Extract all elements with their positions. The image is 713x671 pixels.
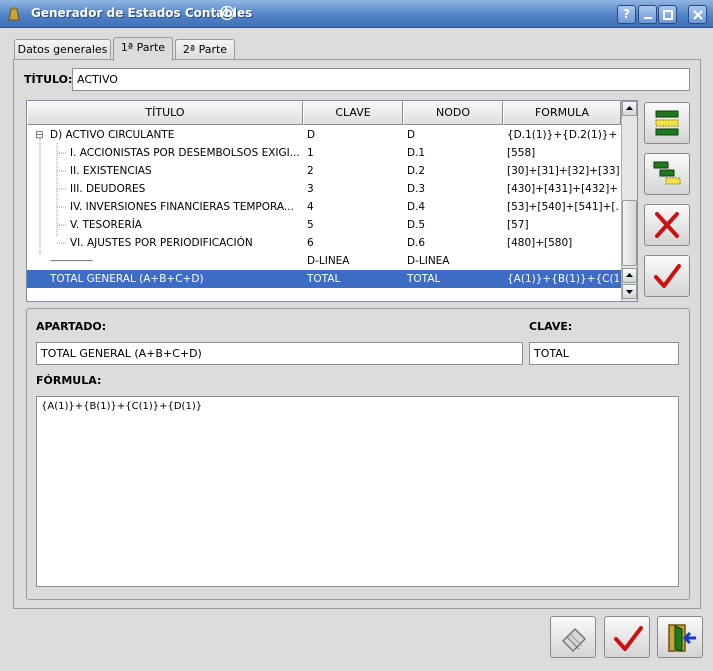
close-button[interactable]	[688, 5, 707, 24]
cell-formula: {A(1)}+{B(1)}+{C(1)}...	[507, 273, 619, 285]
cell-formula	[507, 252, 619, 270]
insert-node-button[interactable]	[644, 102, 690, 144]
apartado-label: APARTADO:	[36, 320, 107, 333]
exit-icon	[668, 624, 696, 652]
maximize-icon	[663, 10, 673, 20]
cell-nodo: D.1	[407, 147, 426, 159]
swirl-icon	[219, 5, 235, 21]
cell-titulo: I. ACCIONISTAS POR DESEMBOLSOS EXIGI...	[70, 147, 300, 159]
cell-clave: 4	[307, 201, 314, 213]
close-icon	[693, 10, 703, 20]
table-row[interactable]: I. ACCIONISTAS POR DESEMBOLSOS EXIGI... …	[27, 144, 621, 162]
table-row[interactable]: ⊟ D) ACTIVO CIRCULANTE D D {D.1(1)}+{D.2…	[27, 126, 621, 144]
minimize-button[interactable]	[638, 5, 657, 24]
cell-formula: [480]+[580]	[507, 237, 573, 249]
cell-nodo: D.4	[407, 201, 426, 213]
cell-formula: [57]	[507, 219, 529, 231]
cell-clave: 6	[307, 237, 314, 249]
window-titlebar[interactable]: Generador de Estados Contables ?	[0, 0, 713, 28]
cell-titulo: ——————	[50, 256, 93, 265]
insert-child-icon	[653, 161, 681, 185]
column-header-clave[interactable]: CLAVE	[303, 101, 403, 125]
cell-clave: 1	[307, 147, 314, 159]
cell-titulo: VI. AJUSTES POR PERIODIFICACIÓN	[70, 237, 253, 249]
cell-clave: TOTAL	[307, 273, 341, 285]
grid-header: TÍTULO CLAVE NODO FORMULA	[27, 101, 621, 125]
clave-label: CLAVE:	[529, 320, 573, 333]
window-client: Datos generales 1ª Parte 2ª Parte TÍTULO…	[2, 29, 711, 669]
formula-label: FÓRMULA:	[36, 374, 102, 387]
tab-segunda-parte[interactable]: 2ª Parte	[175, 39, 235, 60]
cell-clave: 2	[307, 165, 314, 177]
app-icon	[8, 7, 20, 21]
grid-vertical-scrollbar[interactable]	[621, 101, 637, 301]
cell-formula: [430]+[431]+[432]+...	[507, 183, 619, 195]
cell-clave: 3	[307, 183, 314, 195]
column-header-formula[interactable]: FORMULA	[503, 101, 621, 125]
collapse-icon[interactable]: ⊟	[35, 126, 45, 144]
cell-clave: D	[307, 129, 316, 141]
table-row-selected[interactable]: TOTAL GENERAL (A+B+C+D) TOTAL TOTAL {A(1…	[27, 270, 621, 288]
detail-group: APARTADO: CLAVE: TOTAL GENERAL (A+B+C+D)…	[26, 308, 690, 600]
table-row[interactable]: V. TESORERÍA 5 D.5 [57]	[27, 216, 621, 234]
cell-nodo: D.3	[407, 183, 426, 195]
delete-button[interactable]	[644, 204, 690, 246]
structure-grid[interactable]: TÍTULO CLAVE NODO FORMULA ⊟ D) ACTIVO CI…	[26, 100, 638, 302]
cell-titulo: II. EXISTENCIAS	[70, 165, 152, 177]
cell-formula: {D.1(1)}+{D.2(1)}+{...	[507, 129, 619, 141]
cell-nodo: D.6	[407, 237, 426, 249]
formula-textarea[interactable]: {A(1)}+{B(1)}+{C(1)}+{D(1)}	[36, 396, 679, 587]
scroll-up-button[interactable]	[622, 101, 637, 116]
cell-titulo: TOTAL GENERAL (A+B+C+D)	[50, 273, 204, 285]
scroll-up-small-button[interactable]	[622, 268, 637, 283]
cell-formula: [30]+[31]+[32]+[33]...	[507, 165, 619, 177]
ok-icon	[614, 626, 643, 651]
cell-titulo: V. TESORERÍA	[70, 219, 142, 231]
cell-nodo: D.5	[407, 219, 426, 231]
exit-button[interactable]	[657, 616, 703, 658]
arrow-up-icon	[626, 273, 633, 277]
clear-button[interactable]	[550, 616, 596, 658]
column-header-titulo[interactable]: TÍTULO	[27, 101, 303, 125]
insert-node-icon	[655, 110, 679, 136]
table-row[interactable]: VI. AJUSTES POR PERIODIFICACIÓN 6 D.6 [4…	[27, 234, 621, 252]
cell-titulo: III. DEUDORES	[70, 183, 146, 195]
cell-nodo: TOTAL	[407, 273, 441, 285]
tab-panel: TÍTULO: ACTIVO TÍTULO CLAVE NODO FORMULA…	[13, 59, 701, 609]
help-button[interactable]: ?	[617, 5, 636, 24]
scroll-down-button[interactable]	[622, 284, 637, 299]
table-row[interactable]: II. EXISTENCIAS 2 D.2 [30]+[31]+[32]+[33…	[27, 162, 621, 180]
titulo-label: TÍTULO:	[24, 73, 73, 86]
ok-button[interactable]	[604, 616, 650, 658]
tab-primera-parte[interactable]: 1ª Parte	[113, 37, 173, 61]
table-row[interactable]: IV. INVERSIONES FINANCIERAS TEMPORA... 4…	[27, 198, 621, 216]
scroll-thumb[interactable]	[622, 200, 637, 266]
column-header-nodo[interactable]: NODO	[403, 101, 503, 125]
cell-nodo: D.2	[407, 165, 426, 177]
insert-child-button[interactable]	[644, 153, 690, 195]
cell-nodo: D-LINEA	[407, 255, 450, 267]
titulo-input[interactable]: ACTIVO	[72, 68, 690, 91]
cell-formula: [53]+[540]+[541]+[...	[507, 201, 619, 213]
clave-input[interactable]: TOTAL	[529, 342, 679, 365]
table-row[interactable]: III. DEUDORES 3 D.3 [430]+[431]+[432]+..…	[27, 180, 621, 198]
maximize-button[interactable]	[658, 5, 677, 24]
delete-icon	[655, 212, 679, 238]
cell-formula: [558]	[507, 147, 536, 159]
arrow-down-icon	[626, 290, 633, 294]
cell-titulo: D) ACTIVO CIRCULANTE	[50, 129, 175, 141]
cell-clave: 5	[307, 219, 314, 231]
table-row[interactable]: —————— D-LINEA D-LINEA	[27, 252, 621, 270]
cell-nodo: D	[407, 129, 416, 141]
minimize-icon	[644, 17, 652, 19]
cell-titulo: IV. INVERSIONES FINANCIERAS TEMPORA...	[70, 201, 294, 213]
accept-button[interactable]	[644, 255, 690, 297]
eraser-icon	[561, 627, 587, 653]
cell-clave: D-LINEA	[307, 255, 350, 267]
tab-datos-generales[interactable]: Datos generales	[14, 39, 111, 60]
arrow-up-icon	[626, 106, 633, 110]
accept-icon	[654, 264, 681, 288]
apartado-input[interactable]: TOTAL GENERAL (A+B+C+D)	[36, 342, 523, 365]
